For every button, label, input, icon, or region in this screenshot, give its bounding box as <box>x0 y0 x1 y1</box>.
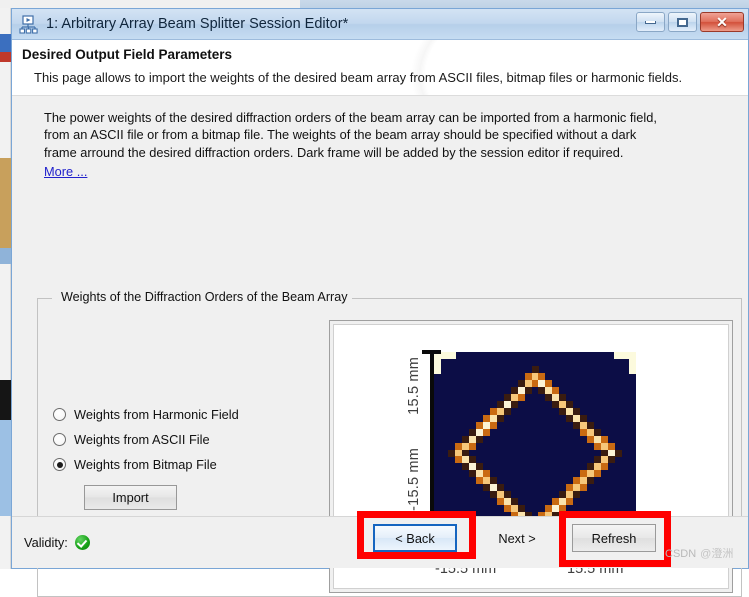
rail-swatch-blue2 <box>0 420 11 516</box>
rail-swatch-red <box>0 52 11 62</box>
window-titlebar[interactable]: 1: Arbitrary Array Beam Splitter Session… <box>12 9 748 40</box>
intro-paragraph: The power weights of the desired diffrac… <box>22 96 738 181</box>
page-header: Desired Output Field Parameters This pag… <box>12 40 748 96</box>
close-button[interactable]: ✕ <box>700 12 744 32</box>
intro-line-2: from an ASCII file or from a bitmap file… <box>44 126 732 143</box>
radio-icon-selected <box>53 458 66 471</box>
rail-swatch-lightblue <box>0 248 11 264</box>
radio-label: Weights from ASCII File <box>74 432 210 447</box>
corner-marker-tr-v <box>629 352 636 374</box>
session-editor-window: 1: Arbitrary Array Beam Splitter Session… <box>11 8 749 569</box>
next-button[interactable]: Next > <box>475 524 559 552</box>
maximize-icon <box>677 18 688 27</box>
radio-label: Weights from Harmonic Field <box>74 407 239 422</box>
radio-weights-harmonic-field[interactable]: Weights from Harmonic Field <box>53 402 239 427</box>
radio-icon <box>53 433 66 446</box>
groupbox-title: Weights of the Diffraction Orders of the… <box>57 290 352 304</box>
page-subtitle: This page allows to import the weights o… <box>12 70 748 85</box>
corner-marker-tl-v <box>434 352 441 374</box>
close-icon: ✕ <box>716 15 728 29</box>
radio-label: Weights from Bitmap File <box>74 457 217 472</box>
network-nodes-icon <box>19 15 38 34</box>
watermark-source: CSDN <box>665 548 696 560</box>
radio-icon <box>53 408 66 421</box>
watermark: CSDN @澄洲 <box>665 545 733 561</box>
groupbox-border-left <box>38 298 52 299</box>
y-axis-top-tick <box>430 350 441 354</box>
rail-swatch-tan <box>0 158 11 248</box>
watermark-author: @澄洲 <box>700 548 733 560</box>
background-gap <box>0 0 300 8</box>
import-button[interactable]: Import <box>84 485 177 510</box>
page-title: Desired Output Field Parameters <box>12 47 748 62</box>
validity-label: Validity: <box>24 535 68 550</box>
validity-status: Validity: <box>24 535 90 550</box>
radio-weights-bitmap-file[interactable]: Weights from Bitmap File <box>53 452 239 477</box>
radio-weights-ascii-file[interactable]: Weights from ASCII File <box>53 427 239 452</box>
more-link[interactable]: More ... <box>44 163 87 180</box>
valid-check-icon <box>75 535 90 550</box>
background-left-rail <box>0 8 11 569</box>
intro-line-1: The power weights of the desired diffrac… <box>44 109 732 126</box>
y-axis-label-max: 15.5 mm <box>406 357 422 415</box>
back-button[interactable]: < Back <box>373 524 457 552</box>
maximize-button[interactable] <box>668 12 697 32</box>
page-body: The power weights of the desired diffrac… <box>12 96 748 516</box>
window-controls: ✕ <box>636 12 744 32</box>
groupbox-border-right <box>307 298 741 299</box>
window-title: 1: Arbitrary Array Beam Splitter Session… <box>46 16 348 32</box>
intro-line-3: frame arround the desired diffraction or… <box>44 144 732 161</box>
weights-source-radiogroup: Weights from Harmonic Field Weights from… <box>53 402 239 477</box>
rail-swatch-blue <box>0 34 11 52</box>
rail-swatch-dark <box>0 380 11 420</box>
y-axis-label-min: -15.5 mm <box>406 448 422 511</box>
refresh-button[interactable]: Refresh <box>572 524 656 552</box>
y-axis-corner-top <box>422 350 431 354</box>
minimize-icon <box>645 21 656 24</box>
minimize-button[interactable] <box>636 12 665 32</box>
